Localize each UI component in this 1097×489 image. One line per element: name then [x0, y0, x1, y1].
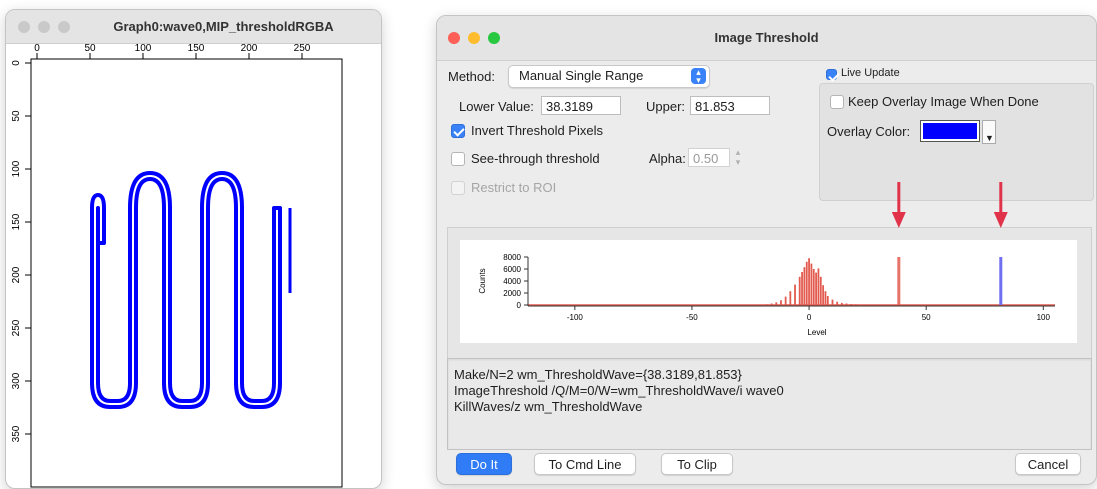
popup-chevron-icon: ▴ ▾	[691, 68, 706, 85]
histogram-panel: -100 -50 0 50 100 0 2000 4000 6000 8000 Counts L…	[447, 227, 1092, 359]
overlay-color-label: Overlay Color:	[827, 124, 911, 139]
command-line-1: Make/N=2 wm_ThresholdWave={38.3189,81.85…	[454, 367, 742, 382]
histogram-bar	[815, 272, 817, 305]
keep-overlay-checkbox[interactable]	[830, 95, 844, 109]
image-threshold-dialog: Image Threshold Method: Manual Single Ra…	[436, 15, 1097, 485]
x-tick-label: 150	[188, 43, 205, 54]
x-tick-label: 50	[922, 313, 931, 322]
do-it-button[interactable]: Do It	[456, 453, 512, 475]
x-axis-ticks	[36, 53, 303, 59]
command-line-2: ImageThreshold /Q/M=0/W=wm_ThresholdWave…	[454, 383, 784, 398]
see-through-checkbox[interactable]	[451, 152, 465, 166]
invert-threshold-label: Invert Threshold Pixels	[471, 123, 603, 138]
overlay-color-fill	[923, 123, 977, 139]
histogram-bar	[822, 285, 825, 305]
overlay-color-dropdown[interactable]: ▼	[982, 120, 996, 144]
histogram-bar	[808, 258, 810, 305]
graph-titlebar: Graph0:wave0,MIP_thresholdRGBA	[6, 10, 381, 44]
y-tick-label: 0	[11, 60, 22, 66]
to-cmd-line-button[interactable]: To Cmd Line	[534, 453, 636, 475]
y-tick-label: 150	[11, 213, 22, 230]
lower-value-label: Lower Value:	[459, 99, 534, 114]
method-popup[interactable]: Manual Single Range ▴ ▾	[508, 65, 710, 88]
invert-threshold-checkbox[interactable]	[451, 124, 465, 138]
histogram-chart[interactable]: -100 -50 0 50 100 0 2000 4000 6000 8000 Counts L…	[460, 240, 1077, 343]
upper-value-label: Upper:	[646, 99, 686, 114]
graph-plot[interactable]: 0 50 100 150 200 250 0 50 100 150 200 25…	[6, 43, 381, 488]
histogram-bar	[801, 272, 803, 305]
dropdown-arrow-icon: ▼	[985, 133, 994, 143]
x-tick-label: 100	[135, 43, 152, 54]
histogram-bar	[794, 284, 796, 305]
histogram-bar	[831, 299, 834, 305]
plot-frame	[30, 58, 343, 488]
histogram-bar	[805, 261, 808, 305]
alpha-field[interactable]: 0.50	[688, 148, 730, 167]
cancel-button[interactable]: Cancel	[1015, 453, 1081, 475]
see-through-label: See-through threshold	[471, 151, 600, 166]
y-tick-label: 8000	[503, 253, 521, 262]
command-text-area[interactable]: Make/N=2 wm_ThresholdWave={38.3189,81.85…	[447, 358, 1092, 450]
overlay-color-swatch[interactable]	[920, 120, 980, 142]
x-tick-label: 0	[807, 313, 812, 322]
upper-threshold-marker	[999, 257, 1003, 305]
method-popup-value: Manual Single Range	[519, 68, 644, 83]
x-tick-label: 100	[1037, 313, 1051, 322]
live-update-label: Live Update	[841, 67, 900, 79]
graph-window: Graph0:wave0,MIP_thresholdRGBA 0 50 100 …	[5, 9, 382, 489]
y-tick-label: 350	[11, 425, 22, 442]
live-update-checkbox[interactable]	[826, 69, 837, 80]
histogram-xlabel: Level	[807, 328, 826, 337]
x-tick-label: 200	[241, 43, 258, 54]
y-tick-label: 100	[11, 160, 22, 177]
alpha-label: Alpha:	[649, 151, 686, 166]
lower-threshold-marker	[897, 257, 901, 305]
histogram-x-ticks: -100 -50 0 50 100	[567, 306, 1051, 322]
command-line-3: KillWaves/z wm_ThresholdWave	[454, 399, 643, 414]
x-tick-label: 250	[294, 43, 311, 54]
x-tick-label: 0	[34, 43, 40, 54]
y-tick-label: 250	[11, 319, 22, 336]
histogram-bar	[789, 291, 792, 305]
x-tick-label: -50	[686, 313, 698, 322]
upper-value-field[interactable]: 81.853	[690, 96, 770, 115]
y-tick-label: 0	[517, 301, 522, 310]
histogram-bar	[812, 269, 815, 305]
keep-overlay-label: Keep Overlay Image When Done	[848, 94, 1039, 109]
histogram-bar	[803, 267, 806, 305]
histogram-bar	[826, 296, 829, 305]
threshold-arrows	[891, 182, 1008, 228]
y-tick-label: 50	[11, 110, 22, 122]
y-axis-ticks	[25, 62, 31, 435]
histogram-ylabel: Counts	[478, 268, 487, 293]
to-clip-button[interactable]: To Clip	[661, 453, 733, 475]
histogram-bar	[817, 268, 820, 305]
histogram-bar	[798, 276, 801, 305]
dialog-title: Image Threshold	[714, 30, 819, 45]
threshold-markers	[897, 257, 1003, 305]
y-tick-label: 300	[11, 372, 22, 389]
graph-window-title: Graph0:wave0,MIP_thresholdRGBA	[113, 19, 334, 34]
y-tick-label: 6000	[503, 265, 521, 274]
alpha-stepper-icon[interactable]: ▴ ▾	[732, 147, 744, 167]
histogram-bar	[784, 296, 787, 305]
y-tick-label: 4000	[503, 277, 521, 286]
histogram-bar	[824, 291, 827, 305]
arrow-head-icon	[891, 212, 906, 228]
method-label: Method:	[448, 69, 495, 84]
dialog-titlebar: Image Threshold	[437, 16, 1096, 61]
arrow-head-icon	[993, 212, 1008, 228]
y-tick-label: 2000	[503, 289, 521, 298]
histogram-bar	[819, 276, 822, 305]
y-tick-label: 200	[11, 266, 22, 283]
x-tick-label: 50	[84, 43, 96, 54]
histogram-bar	[810, 263, 813, 305]
x-tick-label: -100	[567, 313, 584, 322]
histogram-y-ticks: 0 2000 4000 6000 8000	[503, 253, 528, 310]
histogram-bars	[766, 258, 862, 305]
lower-value-field[interactable]: 38.3189	[541, 96, 621, 115]
